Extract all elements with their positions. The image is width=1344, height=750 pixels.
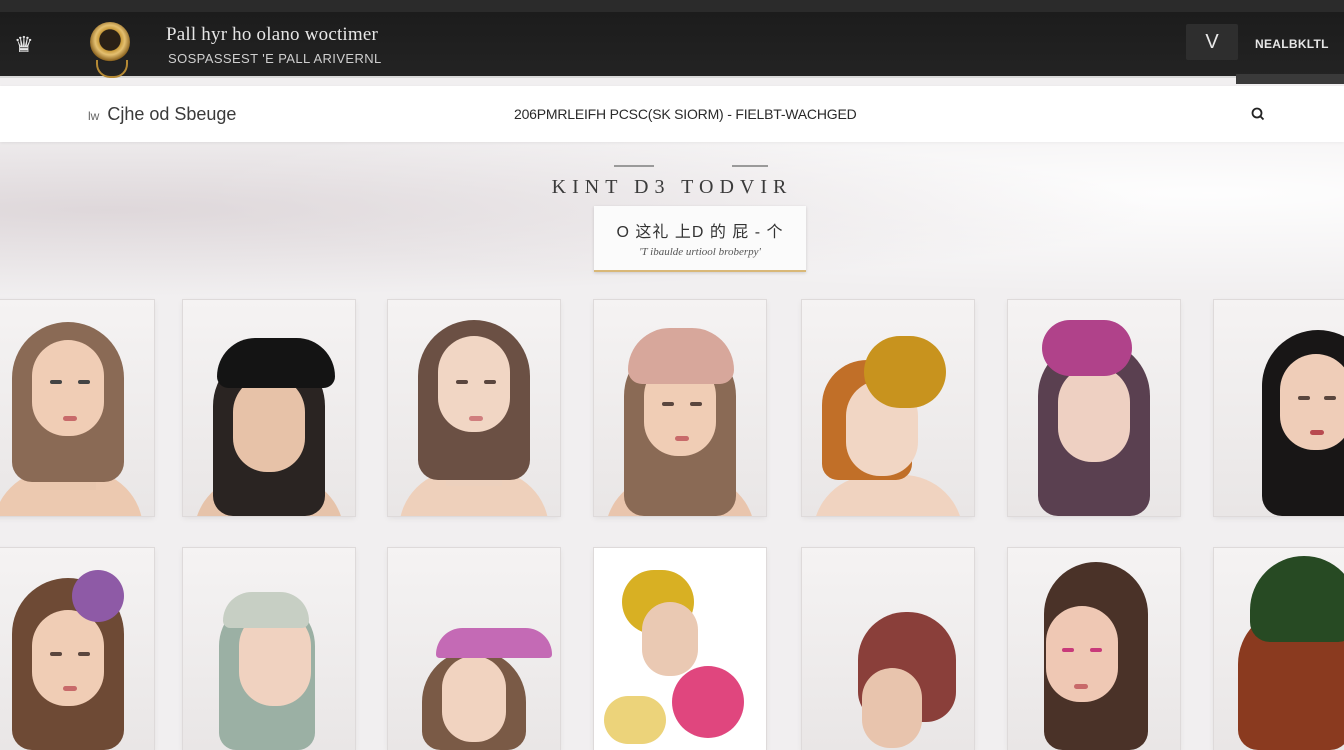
site-header: ♛ Pall hyr ho olano woctimer SOSPASSEST … (0, 12, 1344, 78)
product-tile[interactable] (802, 548, 974, 750)
product-tile[interactable] (388, 300, 560, 516)
hero-caption-line1: O 这礼 上D 的 屁 - 个 (616, 224, 784, 241)
product-tile[interactable] (594, 300, 766, 516)
hero-title: KINT D3 TODVIR (551, 176, 793, 198)
nav-left-link[interactable]: lw Cjhe od Sbeuge (88, 104, 236, 125)
brand-title: Pall hyr ho olano woctimer (166, 24, 379, 45)
hero-dash-left (614, 165, 654, 167)
v-dropdown-button[interactable]: V (1186, 24, 1238, 60)
product-tile[interactable] (388, 548, 560, 750)
search-icon[interactable] (1250, 106, 1266, 122)
nav-left-label: Cjhe od Sbeuge (107, 104, 237, 124)
top-strip (0, 0, 1344, 12)
crown-icon[interactable]: ♛ (14, 34, 42, 56)
product-tile[interactable] (0, 548, 154, 750)
product-tile[interactable] (594, 548, 766, 750)
hero-dash-right (732, 165, 768, 167)
brand-subtitle: SOSPASSEST 'E PALL ARIVERNL (168, 51, 382, 66)
header-accent-bar (1236, 74, 1344, 84)
product-tile[interactable] (183, 548, 355, 750)
nav-bar: lw Cjhe od Sbeuge 206PMRLEIFH PCSC(SK SIO… (0, 86, 1344, 142)
product-tile[interactable] (802, 300, 974, 516)
nav-center-text[interactable]: 206PMRLEIFH PCSC(SK SIORM) - FIELBT-WACH… (514, 106, 857, 122)
product-tile[interactable] (1214, 548, 1344, 750)
product-tile[interactable] (0, 300, 154, 516)
hero-caption-box: O 这礼 上D 的 屁 - 个 'T ibaulde urtiool brobe… (594, 206, 806, 272)
medallion-logo[interactable] (90, 22, 130, 62)
account-link[interactable]: NEALBKLTL (1255, 37, 1329, 51)
hero-caption-line2: 'T ibaulde urtiool broberpy' (639, 246, 761, 258)
product-tile[interactable] (1008, 548, 1180, 750)
product-tile[interactable] (1008, 300, 1180, 516)
logo-chain (96, 60, 128, 78)
product-tile[interactable] (1214, 300, 1344, 516)
product-tile[interactable] (183, 300, 355, 516)
nav-left-prefix: lw (88, 109, 100, 123)
